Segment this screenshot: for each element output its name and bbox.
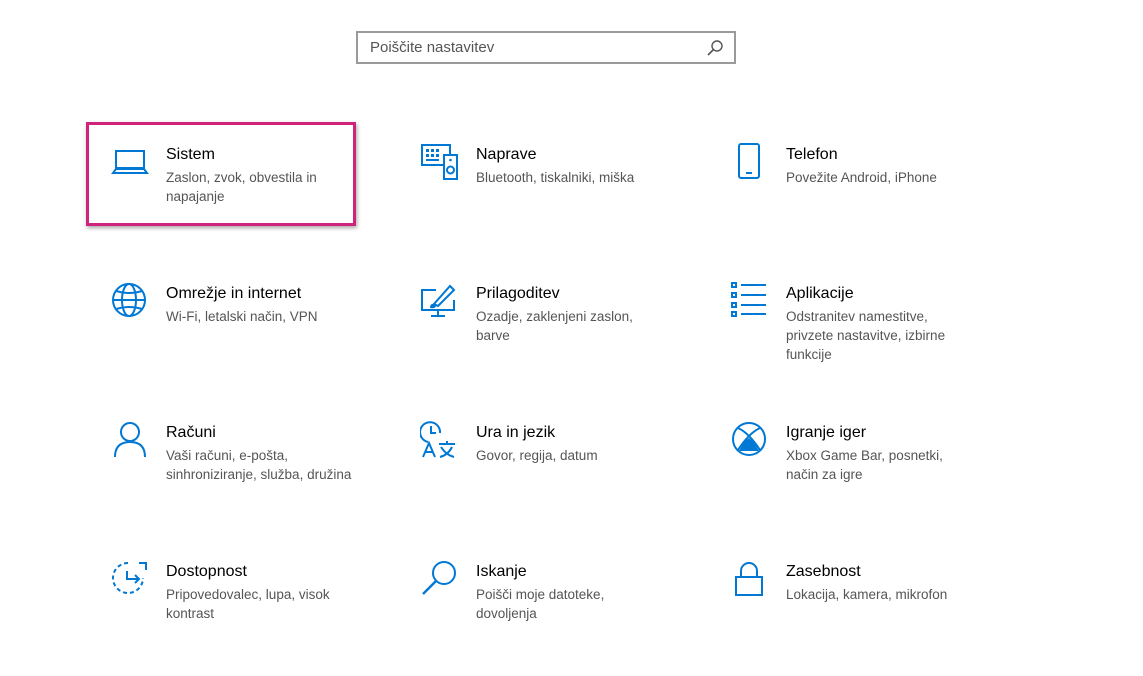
- apps-list-icon: [730, 282, 770, 322]
- search-input[interactable]: [358, 33, 704, 62]
- tile-description: Poišči moje datoteke, dovoljenja: [476, 587, 605, 621]
- time-language-icon: [419, 421, 460, 461]
- tile-description: Pripovedovalec, lupa, visok kontrast: [166, 587, 330, 621]
- tile-description: Odstranitev namestitve, privzete nastavi…: [786, 309, 946, 362]
- tile-naprave[interactable]: Naprave Bluetooth, tiskalniki, miška: [420, 143, 666, 187]
- tile-aplikacije[interactable]: Aplikacije Odstranitev namestitve, privz…: [730, 282, 976, 364]
- lock-icon: [730, 560, 770, 600]
- tile-title: Igranje iger: [786, 424, 867, 441]
- tile-title: Ura in jezik: [476, 424, 556, 441]
- tile-description: Ozadje, zaklenjeni zaslon, barve: [476, 309, 633, 343]
- tile-description: Wi-Fi, letalski način, VPN: [166, 309, 318, 324]
- tile-description: Povežite Android, iPhone: [786, 170, 937, 185]
- personalization-icon: [420, 282, 460, 322]
- globe-icon: [110, 282, 150, 322]
- tile-telefon[interactable]: Telefon Povežite Android, iPhone: [730, 143, 976, 187]
- tile-iskanje[interactable]: Iskanje Poišči moje datoteke, dovoljenja: [420, 560, 666, 623]
- tile-sistem[interactable]: Sistem Zaslon, zvok, obvestila in napaja…: [110, 143, 356, 206]
- tile-description: Vaši računi, e-pošta, sinhroniziranje, s…: [166, 448, 352, 482]
- tile-ura-in-jezik[interactable]: Ura in jezik Govor, regija, datum: [419, 421, 666, 465]
- tile-omrezje[interactable]: Omrežje in internet Wi-Fi, letalski nači…: [110, 282, 356, 326]
- tile-title: Telefon: [786, 146, 838, 163]
- accessibility-icon: [110, 560, 150, 600]
- tile-prilagoditev[interactable]: Prilagoditev Ozadje, zaklenjeni zaslon, …: [420, 282, 666, 345]
- tile-title: Prilagoditev: [476, 285, 560, 302]
- tile-title: Dostopnost: [166, 563, 247, 580]
- tile-title: Iskanje: [476, 563, 527, 580]
- xbox-icon: [730, 421, 770, 461]
- laptop-icon: [110, 143, 150, 183]
- tile-title: Računi: [166, 424, 216, 441]
- search-icon[interactable]: [704, 37, 726, 59]
- tile-igranje-iger[interactable]: Igranje iger Xbox Game Bar, posnetki, na…: [730, 421, 976, 484]
- tile-description: Bluetooth, tiskalniki, miška: [476, 170, 635, 185]
- tile-title: Aplikacije: [786, 285, 854, 302]
- phone-icon: [730, 143, 770, 183]
- settings-search-box[interactable]: [356, 31, 736, 64]
- tile-dostopnost[interactable]: Dostopnost Pripovedovalec, lupa, visok k…: [110, 560, 356, 623]
- tile-racuni[interactable]: Računi Vaši računi, e-pošta, sinhronizir…: [110, 421, 356, 484]
- tile-description: Govor, regija, datum: [476, 448, 598, 463]
- person-icon: [110, 421, 150, 461]
- tile-title: Zasebnost: [786, 563, 861, 580]
- tile-description: Zaslon, zvok, obvestila in napajanje: [166, 170, 317, 204]
- tile-description: Xbox Game Bar, posnetki, način za igre: [786, 448, 943, 482]
- search-icon: [420, 560, 460, 600]
- tile-zasebnost[interactable]: Zasebnost Lokacija, kamera, mikrofon: [730, 560, 976, 604]
- devices-icon: [420, 143, 460, 183]
- tile-title: Omrežje in internet: [166, 285, 302, 302]
- tile-description: Lokacija, kamera, mikrofon: [786, 587, 948, 602]
- tile-title: Sistem: [166, 146, 215, 163]
- tile-title: Naprave: [476, 146, 537, 163]
